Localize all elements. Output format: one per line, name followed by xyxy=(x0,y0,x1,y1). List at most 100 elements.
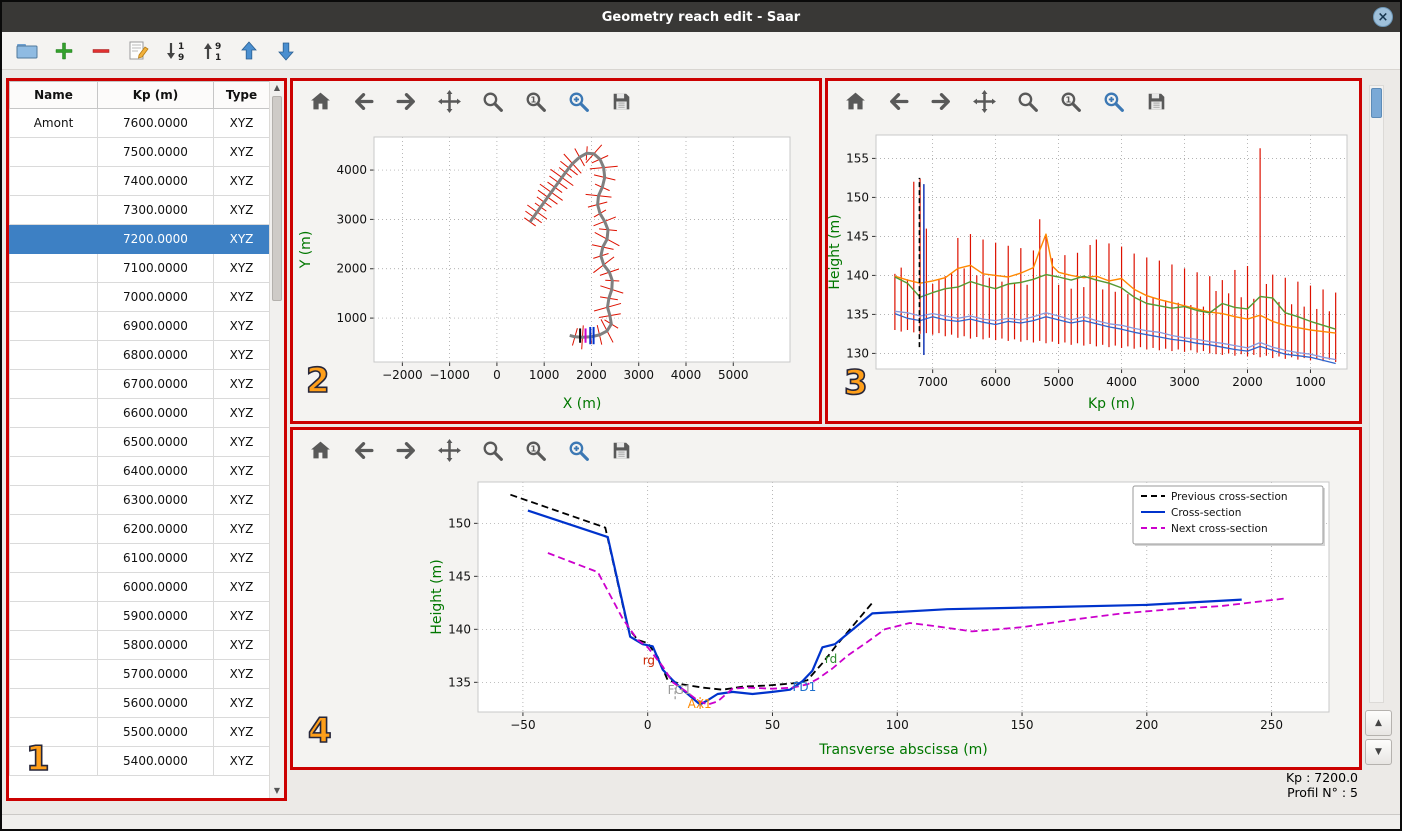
type-cell[interactable]: XYZ xyxy=(213,427,270,457)
kp-cell[interactable]: 6400.0000 xyxy=(97,456,214,486)
move-up-icon[interactable] xyxy=(236,38,262,64)
home-icon[interactable] xyxy=(307,437,333,463)
type-cell[interactable]: XYZ xyxy=(213,630,270,660)
name-cell[interactable] xyxy=(9,688,98,718)
zoom-select-icon[interactable] xyxy=(1100,88,1126,114)
type-cell[interactable]: XYZ xyxy=(213,282,270,312)
type-cell[interactable]: XYZ xyxy=(213,717,270,747)
name-cell[interactable] xyxy=(9,514,98,544)
name-cell[interactable] xyxy=(9,311,98,341)
back-icon[interactable] xyxy=(350,437,376,463)
name-cell[interactable] xyxy=(9,572,98,602)
name-cell[interactable] xyxy=(9,369,98,399)
type-cell[interactable]: XYZ xyxy=(213,340,270,370)
table-row[interactable]: 6200.0000 XYZ xyxy=(9,514,270,544)
table-scroll-up-icon[interactable]: ▲ xyxy=(270,81,284,95)
remove-icon[interactable] xyxy=(88,38,114,64)
type-cell[interactable]: XYZ xyxy=(213,311,270,341)
name-cell[interactable] xyxy=(9,601,98,631)
kp-cell[interactable]: 7400.0000 xyxy=(97,166,214,196)
kp-cell[interactable]: 6600.0000 xyxy=(97,398,214,428)
type-cell[interactable]: XYZ xyxy=(213,195,270,225)
table-row[interactable]: 6000.0000 XYZ xyxy=(9,572,270,602)
forward-icon[interactable] xyxy=(928,88,954,114)
table-row[interactable]: 7300.0000 XYZ xyxy=(9,195,270,225)
kp-cell[interactable]: 7500.0000 xyxy=(97,137,214,167)
type-cell[interactable]: XYZ xyxy=(213,543,270,573)
longitudinal-profile-chart[interactable]: 7000 6000 5000 4000 3000 2000 1000 130 135 140 145… xyxy=(828,121,1359,421)
column-header-kp[interactable]: Kp (m) xyxy=(97,81,214,109)
zoom-icon[interactable] xyxy=(1014,88,1040,114)
plan-view-chart[interactable]: −2000 −1000 0 1000 2000 3000 4000 5000 1000 2000 3… xyxy=(293,121,819,421)
home-icon[interactable] xyxy=(842,88,868,114)
zoom-original-icon[interactable]: 1 xyxy=(1057,88,1083,114)
name-cell[interactable] xyxy=(9,659,98,689)
name-cell[interactable]: Amont xyxy=(9,108,98,138)
table-row[interactable]: 5700.0000 XYZ xyxy=(9,659,270,689)
kp-cell[interactable]: 7000.0000 xyxy=(97,282,214,312)
table-row[interactable]: 6900.0000 XYZ xyxy=(9,311,270,341)
name-cell[interactable] xyxy=(9,340,98,370)
zoom-select-icon[interactable] xyxy=(565,88,591,114)
save-icon[interactable] xyxy=(1143,88,1169,114)
kp-cell[interactable]: 7300.0000 xyxy=(97,195,214,225)
table-row[interactable]: 6100.0000 XYZ xyxy=(9,543,270,573)
table-row[interactable]: 5900.0000 XYZ xyxy=(9,601,270,631)
kp-cell[interactable]: 6800.0000 xyxy=(97,340,214,370)
table-row[interactable]: 6800.0000 XYZ xyxy=(9,340,270,370)
name-cell[interactable] xyxy=(9,456,98,486)
kp-cell[interactable]: 6700.0000 xyxy=(97,369,214,399)
type-cell[interactable]: XYZ xyxy=(213,659,270,689)
type-cell[interactable]: XYZ xyxy=(213,166,270,196)
home-icon[interactable] xyxy=(307,88,333,114)
add-icon[interactable] xyxy=(51,38,77,64)
type-cell[interactable]: XYZ xyxy=(213,688,270,718)
forward-icon[interactable] xyxy=(393,437,419,463)
zoom-original-icon[interactable]: 1 xyxy=(522,88,548,114)
zoom-original-icon[interactable]: 1 xyxy=(522,437,548,463)
table-row[interactable]: 7500.0000 XYZ xyxy=(9,137,270,167)
table-scroll-thumb[interactable] xyxy=(272,96,282,301)
sort-desc-icon[interactable]: 91 xyxy=(199,38,225,64)
name-cell[interactable] xyxy=(9,224,98,254)
name-cell[interactable] xyxy=(9,717,98,747)
table-row[interactable]: 5800.0000 XYZ xyxy=(9,630,270,660)
table-row[interactable]: Amont 7600.0000 XYZ xyxy=(9,108,270,138)
sort-asc-icon[interactable]: 19 xyxy=(162,38,188,64)
type-cell[interactable]: XYZ xyxy=(213,224,270,254)
profile-up-button[interactable]: ▲ xyxy=(1365,710,1392,736)
save-icon[interactable] xyxy=(608,437,634,463)
table-row[interactable]: 6600.0000 XYZ xyxy=(9,398,270,428)
kp-cell[interactable]: 5400.0000 xyxy=(97,746,214,776)
name-cell[interactable] xyxy=(9,253,98,283)
column-header-type[interactable]: Type xyxy=(213,81,270,109)
zoom-select-icon[interactable] xyxy=(565,437,591,463)
forward-icon[interactable] xyxy=(393,88,419,114)
kp-cell[interactable]: 6500.0000 xyxy=(97,427,214,457)
zoom-icon[interactable] xyxy=(479,88,505,114)
column-header-name[interactable]: Name xyxy=(9,81,98,109)
name-cell[interactable] xyxy=(9,137,98,167)
type-cell[interactable]: XYZ xyxy=(213,137,270,167)
type-cell[interactable]: XYZ xyxy=(213,456,270,486)
pan-icon[interactable] xyxy=(971,88,997,114)
kp-cell[interactable]: 6200.0000 xyxy=(97,514,214,544)
name-cell[interactable] xyxy=(9,630,98,660)
table-row[interactable]: 5600.0000 XYZ xyxy=(9,688,270,718)
edit-icon[interactable] xyxy=(125,38,151,64)
zoom-icon[interactable] xyxy=(479,437,505,463)
window-scrollbar[interactable] xyxy=(1369,85,1384,703)
table-scrollbar[interactable]: ▲ ▼ xyxy=(269,81,284,798)
kp-cell[interactable]: 6000.0000 xyxy=(97,572,214,602)
kp-cell[interactable]: 7100.0000 xyxy=(97,253,214,283)
type-cell[interactable]: XYZ xyxy=(213,369,270,399)
kp-cell[interactable]: 5800.0000 xyxy=(97,630,214,660)
pan-icon[interactable] xyxy=(436,88,462,114)
window-scroll-thumb[interactable] xyxy=(1371,88,1382,118)
type-cell[interactable]: XYZ xyxy=(213,253,270,283)
close-icon[interactable]: × xyxy=(1373,7,1393,27)
back-icon[interactable] xyxy=(885,88,911,114)
name-cell[interactable] xyxy=(9,282,98,312)
name-cell[interactable] xyxy=(9,543,98,573)
table-row[interactable]: 6300.0000 XYZ xyxy=(9,485,270,515)
